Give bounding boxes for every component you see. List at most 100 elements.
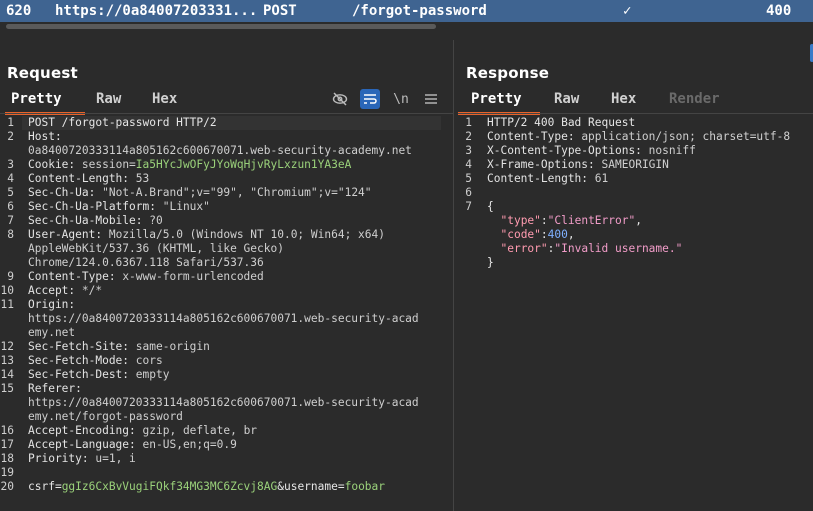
header-name: X-Content-Type-Options: xyxy=(487,144,642,157)
json-token: "ClientError" xyxy=(547,214,636,227)
header-value: SAMEORIGIN xyxy=(601,158,669,171)
tab-pretty[interactable]: Pretty xyxy=(471,91,522,107)
header-value: AppleWebKit/537.36 (KHTML, like Gecko) xyxy=(28,242,284,255)
header-name: Accept-Language: xyxy=(28,438,136,451)
json-token: : xyxy=(540,228,548,241)
pane-divider[interactable] xyxy=(453,40,454,511)
header-value: Chrome/124.0.6367.118 Safari/537.36 xyxy=(28,256,264,269)
header-value: emy.net xyxy=(28,326,76,339)
line-number: 7 xyxy=(7,214,14,227)
tab-render[interactable]: Render xyxy=(669,91,720,107)
header-value: 0a8400720333114a805162c600670071.web-sec… xyxy=(28,144,412,157)
body-part: csrf= xyxy=(28,480,62,493)
line-content: Sec-Fetch-Mode: cors xyxy=(28,354,163,368)
line-number: 4 xyxy=(7,172,14,185)
line-content: Sec-Ch-Ua-Mobile: ?0 xyxy=(28,214,163,228)
line-content: Origin: xyxy=(28,298,82,312)
line-content: Content-Type: x-www-form-urlencoded xyxy=(28,270,264,284)
menu-icon[interactable] xyxy=(421,89,441,109)
line-content: Priority: u=1, i xyxy=(28,452,136,466)
line-number: 14 xyxy=(0,368,14,381)
json-token: : xyxy=(540,214,548,227)
line-number: 6 xyxy=(7,200,14,213)
header-value: https://0a8400720333114a805162c600670071… xyxy=(28,396,419,409)
json-token: "Invalid username." xyxy=(554,242,683,255)
header-name: Sec-Ch-Ua-Mobile: xyxy=(28,214,143,227)
header-value: emy.net/forgot-password xyxy=(28,410,183,423)
response-title: Response xyxy=(466,64,550,82)
header-name: Referer: xyxy=(28,382,82,395)
line-content: emy.net/forgot-password xyxy=(28,410,183,424)
line-content: HTTP/2 400 Bad Request xyxy=(487,116,635,130)
line-content: "code":400, xyxy=(487,228,575,242)
tab-pretty[interactable]: Pretty xyxy=(11,91,62,107)
header-name: Content-Type: xyxy=(28,270,116,283)
header-value: ?0 xyxy=(149,214,163,227)
line-number: 6 xyxy=(465,186,472,199)
line-number: 5 xyxy=(465,172,472,185)
line-content: AppleWebKit/537.36 (KHTML, like Gecko) xyxy=(28,242,284,256)
header-value: cors xyxy=(135,354,163,367)
header-value: Mozilla/5.0 (Windows NT 10.0; Win64; x64… xyxy=(108,228,385,241)
line-number: 7 xyxy=(465,200,472,213)
line-content: X-Frame-Options: SAMEORIGIN xyxy=(487,158,669,172)
tabs-underline xyxy=(458,113,813,114)
header-name: X-Frame-Options: xyxy=(487,158,595,171)
line-content: Content-Length: 53 xyxy=(28,172,149,186)
body-part: ggIz6CxBvVugiFQkf34MG3MC6Zcvj8AG xyxy=(61,480,278,493)
request-pane: Request Pretty Raw Hex \n 1 POST /forgot-… xyxy=(0,32,453,511)
tab-hex[interactable]: Hex xyxy=(152,91,177,107)
line-content: csrf=ggIz6CxBvVugiFQkf34MG3MC6Zcvj8AG&us… xyxy=(28,480,385,494)
header-name: Sec-Fetch-Site: xyxy=(28,340,130,353)
json-token: , xyxy=(635,214,642,227)
eye-off-icon[interactable] xyxy=(330,89,350,109)
line-content: "type":"ClientError", xyxy=(487,214,642,228)
header-value: gzip, deflate, br xyxy=(142,424,258,437)
header-value: */* xyxy=(81,284,103,297)
history-method: POST xyxy=(263,3,297,19)
json-token: , xyxy=(567,228,575,241)
line-content: emy.net xyxy=(28,326,75,340)
line-content: Sec-Ch-Ua: "Not-A.Brand";v="99", "Chromi… xyxy=(28,186,372,200)
header-value: application/json; charset=utf-8 xyxy=(581,130,791,143)
line-number: 9 xyxy=(7,270,14,283)
line-number: 2 xyxy=(7,130,14,143)
tabs-underline xyxy=(0,113,453,114)
line-content: Accept: */* xyxy=(28,284,102,298)
line-content: Accept-Language: en-US,en;q=0.9 xyxy=(28,438,237,452)
response-tabs: Pretty Raw Hex Render xyxy=(458,88,813,115)
header-value: nosniff xyxy=(648,144,696,157)
header-name: Accept: xyxy=(28,284,76,297)
history-url: https://0a84007203331... xyxy=(55,3,258,19)
header-value: "Not-A.Brand";v="99", "Chromium";v="124" xyxy=(102,186,372,199)
request-title: Request xyxy=(7,64,78,82)
tab-hex[interactable]: Hex xyxy=(611,91,636,107)
wrap-icon[interactable] xyxy=(360,89,380,109)
header-name: Content-Length: xyxy=(487,172,589,185)
line-content: Cookie: session=Ia5HYcJwOFyJYoWqHjvRyLxz… xyxy=(28,158,351,172)
body-part: &username= xyxy=(277,480,345,493)
newline-icon[interactable]: \n xyxy=(391,89,411,109)
tab-raw[interactable]: Raw xyxy=(96,91,121,107)
scrollbar-thumb[interactable] xyxy=(6,24,436,29)
header-value: 53 xyxy=(135,172,150,185)
line-number: 19 xyxy=(0,466,14,479)
line-number: 8 xyxy=(7,228,14,241)
header-name: Content-Length: xyxy=(28,172,130,185)
history-row-selected[interactable]: 620 https://0a84007203331... POST /forgo… xyxy=(0,0,813,22)
line-content: Sec-Fetch-Site: same-origin xyxy=(28,340,210,354)
tab-raw[interactable]: Raw xyxy=(554,91,579,107)
header-name: Sec-Fetch-Dest: xyxy=(28,368,130,381)
line-number: 13 xyxy=(0,354,14,367)
line-content: Referer: xyxy=(28,382,89,396)
line-content: "error":"Invalid username." xyxy=(487,242,682,256)
line-content: https://0a8400720333114a805162c600670071… xyxy=(28,312,419,326)
horizontal-scrollbar[interactable] xyxy=(0,22,813,32)
line-text: HTTP/2 400 Bad Request xyxy=(487,116,636,129)
header-name: Priority: xyxy=(28,452,89,465)
header-value: https://0a8400720333114a805162c600670071… xyxy=(28,312,419,325)
line-number: 18 xyxy=(0,452,14,465)
header-value: x-www-form-urlencoded xyxy=(122,270,264,283)
header-value: en-US,en;q=0.9 xyxy=(142,438,237,451)
line-number: 17 xyxy=(0,438,14,451)
